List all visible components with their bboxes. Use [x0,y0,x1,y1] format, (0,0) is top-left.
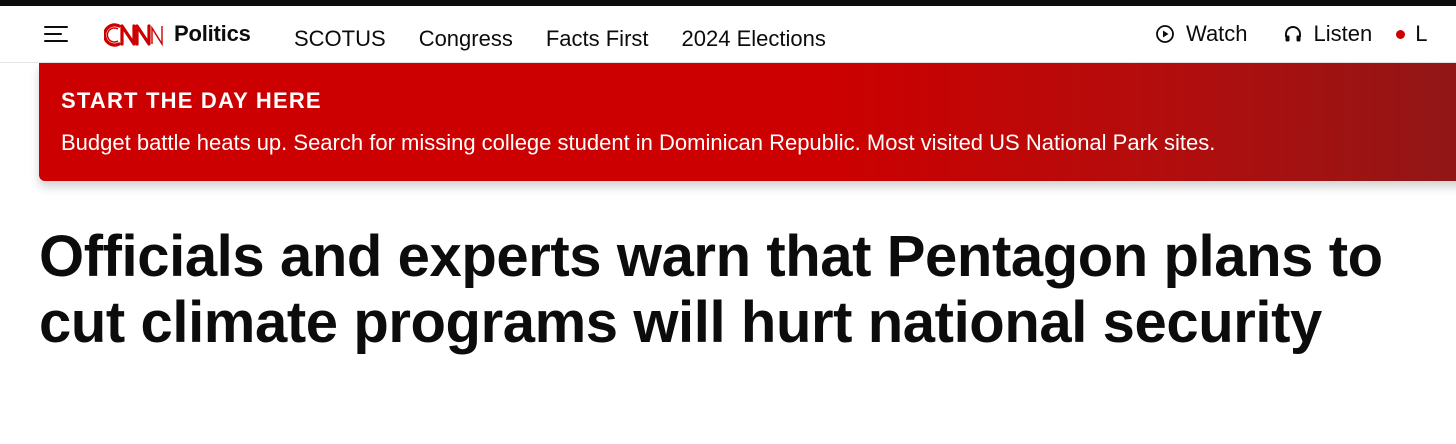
watch-button[interactable]: Watch [1154,21,1248,47]
live-label: L [1415,21,1428,46]
section-title[interactable]: Politics [174,20,251,48]
nav-link-2024-elections[interactable]: 2024 Elections [682,26,826,52]
site-header: Politics SCOTUS Congress Facts First 202… [0,6,1456,63]
live-tv-button[interactable]: L [1396,21,1435,47]
section-nav: SCOTUS Congress Facts First 2024 Electio… [294,26,859,52]
cnn-logo[interactable] [104,18,166,52]
headphones-icon [1282,23,1304,45]
banner-title: START THE DAY HERE [61,88,322,113]
live-dot-icon [1396,29,1406,39]
watch-label: Watch [1186,21,1248,46]
banner-text: Budget battle heats up. Search for missi… [61,130,1216,155]
cnn-logo-icon [104,23,163,47]
nav-link-congress[interactable]: Congress [419,26,513,52]
listen-button[interactable]: Listen [1282,21,1373,47]
listen-label: Listen [1313,21,1373,46]
article-headline: Officials and experts warn that Pentagon… [39,224,1383,355]
start-the-day-banner[interactable]: START THE DAY HERE Budget battle heats u… [39,63,1456,181]
nav-link-facts-first[interactable]: Facts First [546,26,649,52]
hamburger-menu-icon[interactable] [44,25,68,43]
play-circle-icon [1154,23,1176,45]
nav-link-scotus[interactable]: SCOTUS [294,26,386,52]
header-actions: Watch Listen L [1154,20,1435,48]
